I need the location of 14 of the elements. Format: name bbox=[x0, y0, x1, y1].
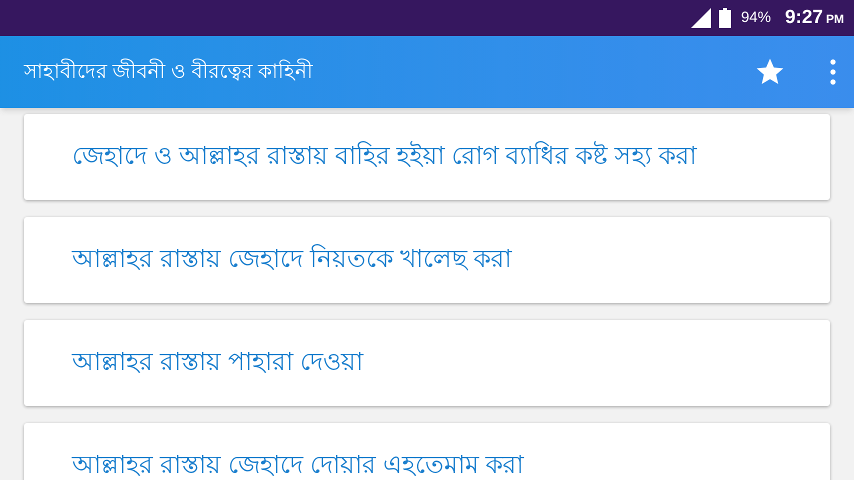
signal-icon bbox=[690, 8, 711, 28]
more-menu-icon[interactable] bbox=[830, 59, 836, 85]
app-title: সাহাবীদের জীবনী ও বীরত্বের কাহিনী bbox=[24, 57, 754, 87]
battery-icon bbox=[718, 8, 731, 28]
clock: 9:27 PM bbox=[784, 6, 844, 30]
card-title: জেহাদে ও আল্লাহর রাস্তায় বাহির হইয়া রোগ ব্যাধির কষ্ট সহ্য করা bbox=[72, 140, 696, 172]
list-card[interactable]: আল্লাহর রাস্তায় পাহারা দেওয়া bbox=[24, 320, 830, 406]
list-card[interactable]: আল্লাহর রাস্তায় জেহাদে দোয়ার এহতেমাম করা bbox=[24, 423, 830, 480]
card-title: আল্লাহর রাস্তায় পাহারা দেওয়া bbox=[72, 347, 363, 378]
card-title: আল্লাহর রাস্তায় জেহাদে নিয়তকে খালেছ করা bbox=[72, 243, 512, 276]
list-card[interactable]: আল্লাহর রাস্তায় জেহাদে নিয়তকে খালেছ করা bbox=[24, 217, 830, 303]
card-title: আল্লাহর রাস্তায় জেহাদে দোয়ার এহতেমাম করা bbox=[72, 450, 524, 480]
list-card[interactable]: জেহাদে ও আল্লাহর রাস্তায় বাহির হইয়া রোগ ব্যাধির কষ্ট সহ্য করা bbox=[24, 114, 830, 200]
battery-percent: 94% bbox=[740, 8, 771, 28]
